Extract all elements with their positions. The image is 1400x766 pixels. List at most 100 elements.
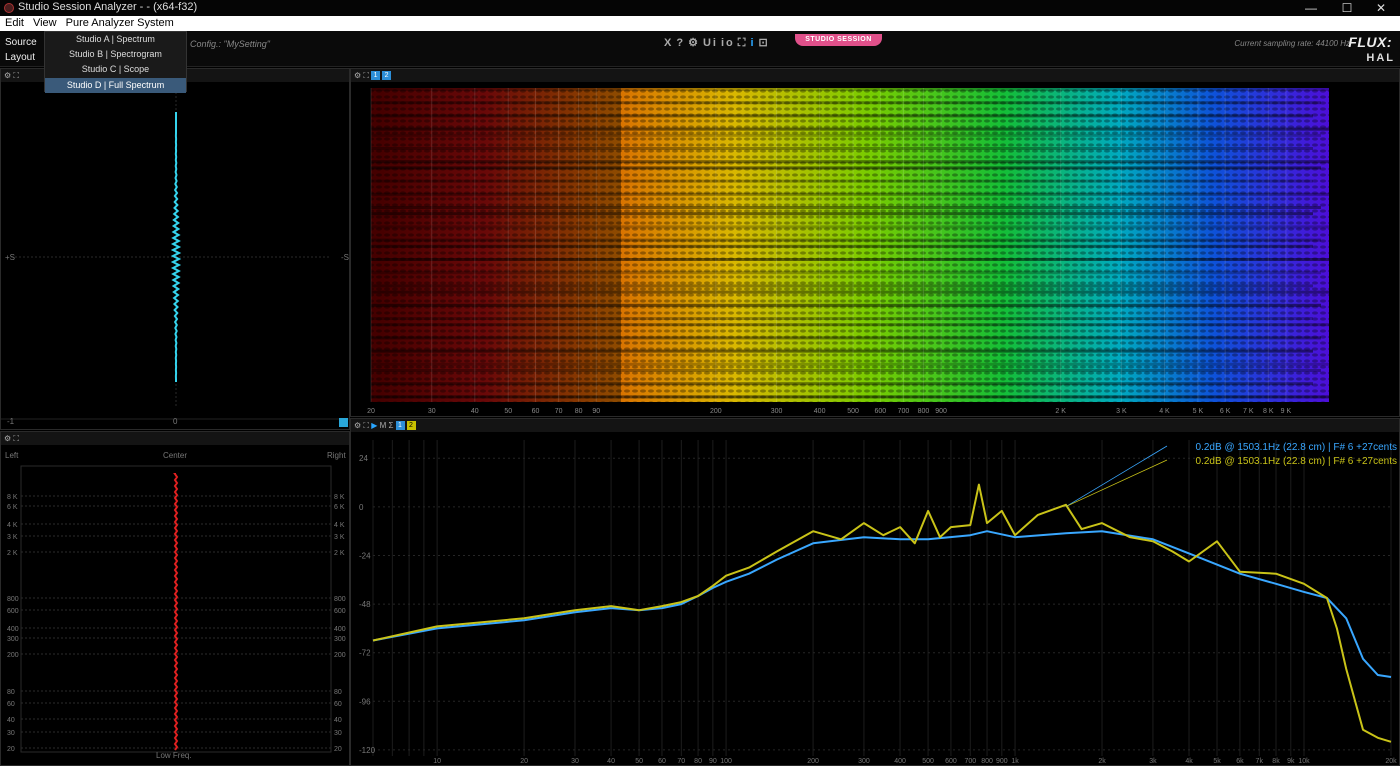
menu-pure-analyzer-system[interactable]: Pure Analyzer System [61, 16, 178, 30]
channel-1-button[interactable]: 1 [371, 71, 381, 81]
app-icon [4, 3, 14, 13]
settings-icon[interactable]: ⚙ [354, 421, 361, 430]
help-icon[interactable]: ? [676, 37, 685, 49]
x-tick-label: 50 [635, 758, 643, 765]
spectrogram-x-tick: 3 K [1116, 408, 1127, 415]
io-icon[interactable]: io [721, 37, 735, 49]
x-tick-label: 70 [677, 758, 685, 765]
expand-icon[interactable]: ⛶ [13, 434, 19, 443]
close-x-icon[interactable]: X [664, 37, 673, 49]
menu-bar: Edit View Pure Analyzer System [0, 16, 1400, 31]
stereo-label-right: 400 [334, 626, 346, 633]
studio-session-badge[interactable]: STUDIO SESSION [795, 34, 882, 46]
spectrogram-x-tick: 60 [532, 408, 540, 415]
expand-icon[interactable]: ⛶ [13, 71, 19, 80]
stereo-display: 8 K 8 K 6 K 6 K 4 K 4 K 3 K 3 K 2 K 2 K 800 800 600 6… [7, 465, 346, 753]
x-tick-label: 2k [1098, 758, 1106, 765]
layout-option[interactable]: Studio B | Spectrogram [45, 47, 186, 62]
expand-icon[interactable]: ⛶ [363, 421, 369, 430]
stereo-label-right: 20 [334, 746, 342, 753]
channel-2-button[interactable]: 2 [406, 421, 416, 431]
y-tick-label: -96 [359, 697, 371, 706]
readout-text: 0.2dB @ 1503.1Hz (22.8 cm) | F# 6 +27cen… [1196, 442, 1397, 453]
x-tick-label: 600 [945, 758, 957, 765]
stereo-label-left: 600 [7, 608, 19, 615]
spectrogram-x-tick: 800 [918, 408, 930, 415]
x-tick-label: 900 [996, 758, 1008, 765]
layout-button[interactable]: Layout [5, 52, 35, 63]
stereo-panel-header: ⚙ ⛶ [1, 432, 349, 445]
stereo-label-right: 200 [334, 652, 346, 659]
channel-2-button[interactable]: 2 [382, 71, 392, 81]
window-title: Studio Session Analyzer - - (x64-f32) [18, 1, 198, 13]
minimize-button[interactable]: — [1294, 0, 1328, 16]
menu-view[interactable]: View [28, 16, 61, 30]
stereo-center-label: Center [163, 451, 188, 460]
stereo-label-right: 2 K [334, 550, 345, 557]
x-tick-label: 100 [720, 758, 732, 765]
x-tick-label: 6k [1236, 758, 1244, 765]
stereo-trace [173, 473, 179, 751]
spectrogram-display: 20 30 40 50 60 70 80 90 200 300 400 500 600 700 800 900… [367, 88, 1329, 415]
stereo-label-right: 8 K [334, 494, 345, 501]
x-tick-label: 10k [1298, 758, 1310, 765]
window-icon[interactable]: ⊡ [759, 37, 770, 49]
stereo-left-label: Left [5, 451, 19, 460]
play-icon[interactable]: ▶ [371, 421, 377, 430]
x-tick-label: 7k [1256, 758, 1264, 765]
close-button[interactable]: ✕ [1364, 0, 1398, 16]
stereo-label-right: 3 K [334, 534, 345, 541]
spectrogram-x-tick: 20 [367, 408, 375, 415]
scope-label-bottom-center: 0 [173, 417, 178, 426]
spectrogram-x-tick: 8 K [1263, 408, 1274, 415]
info-icon[interactable]: i [750, 37, 755, 49]
channel-1-button[interactable]: 1 [395, 421, 405, 431]
stereo-label-right: 300 [334, 636, 346, 643]
spectrogram-x-tick: 90 [592, 408, 600, 415]
x-tick-label: 80 [694, 758, 702, 765]
y-tick-label: 24 [359, 454, 368, 463]
settings-icon[interactable]: ⚙ [688, 37, 700, 49]
x-tick-label: 300 [858, 758, 870, 765]
x-tick-label: 20 [520, 758, 528, 765]
spectrogram-x-tick: 7 K [1243, 408, 1254, 415]
stereo-label-left: 8 K [7, 494, 18, 501]
layout-option-selected[interactable]: Studio D | Full Spectrum [45, 78, 186, 93]
y-tick-label: 0 [359, 503, 364, 512]
stereo-label-left: 60 [7, 701, 15, 708]
x-tick-label: 3k [1149, 758, 1157, 765]
ui-icon[interactable]: Ui [703, 37, 718, 49]
x-tick-label: 1k [1011, 758, 1019, 765]
readout-text: 0.2dB @ 1503.1Hz (22.8 cm) | F# 6 +27cen… [1196, 456, 1397, 467]
spectrogram-x-tick: 5 K [1193, 408, 1204, 415]
settings-icon[interactable]: ⚙ [4, 434, 11, 443]
stereo-label-left: 4 K [7, 522, 18, 529]
spectrum-panel-header: ⚙ ⛶ ▶ M Σ12 [351, 419, 1399, 432]
layout-option[interactable]: Studio C | Scope [45, 62, 186, 77]
stereo-label-right: 600 [334, 608, 346, 615]
expand-icon[interactable]: ⛶ [363, 71, 369, 80]
x-tick-label: 200 [807, 758, 819, 765]
spectrogram-panel: ⚙ ⛶ 1 2 20 30 40 50 60 70 80 90 200 300 400 500 600 700 [350, 68, 1400, 417]
settings-icon[interactable]: ⚙ [4, 71, 11, 80]
sigma-icon[interactable]: Σ [389, 421, 394, 430]
mark-icon[interactable]: M [380, 421, 387, 430]
stereo-label-left: 20 [7, 746, 15, 753]
stereo-label-left: 80 [7, 689, 15, 696]
hal-logo: HAL [1366, 52, 1395, 64]
scope-display [1, 92, 349, 427]
x-tick-label: 30 [571, 758, 579, 765]
scope-label-plus: +S [5, 253, 16, 262]
scope-corner-button[interactable] [339, 418, 348, 427]
spectrum-chart: 24 0 -24 -48 -72 -96 -120 10 20 30 40 50 60 70 80 90 100… [359, 440, 1397, 765]
x-tick-label: 60 [658, 758, 666, 765]
source-button[interactable]: Source [5, 37, 37, 48]
stereo-label-right: 60 [334, 701, 342, 708]
settings-icon[interactable]: ⚙ [354, 71, 361, 80]
toolbar-icons: X? ⚙ Ui io ⛶ i ⊡ [664, 36, 773, 50]
layout-option[interactable]: Studio A | Spectrum [45, 32, 186, 47]
toolbar: Source Layout Config.: "MySetting" X? ⚙ Ui… [0, 31, 1400, 67]
fullscreen-icon[interactable]: ⛶ [738, 37, 748, 49]
menu-edit[interactable]: Edit [0, 16, 28, 30]
maximize-button[interactable]: ☐ [1330, 0, 1364, 16]
